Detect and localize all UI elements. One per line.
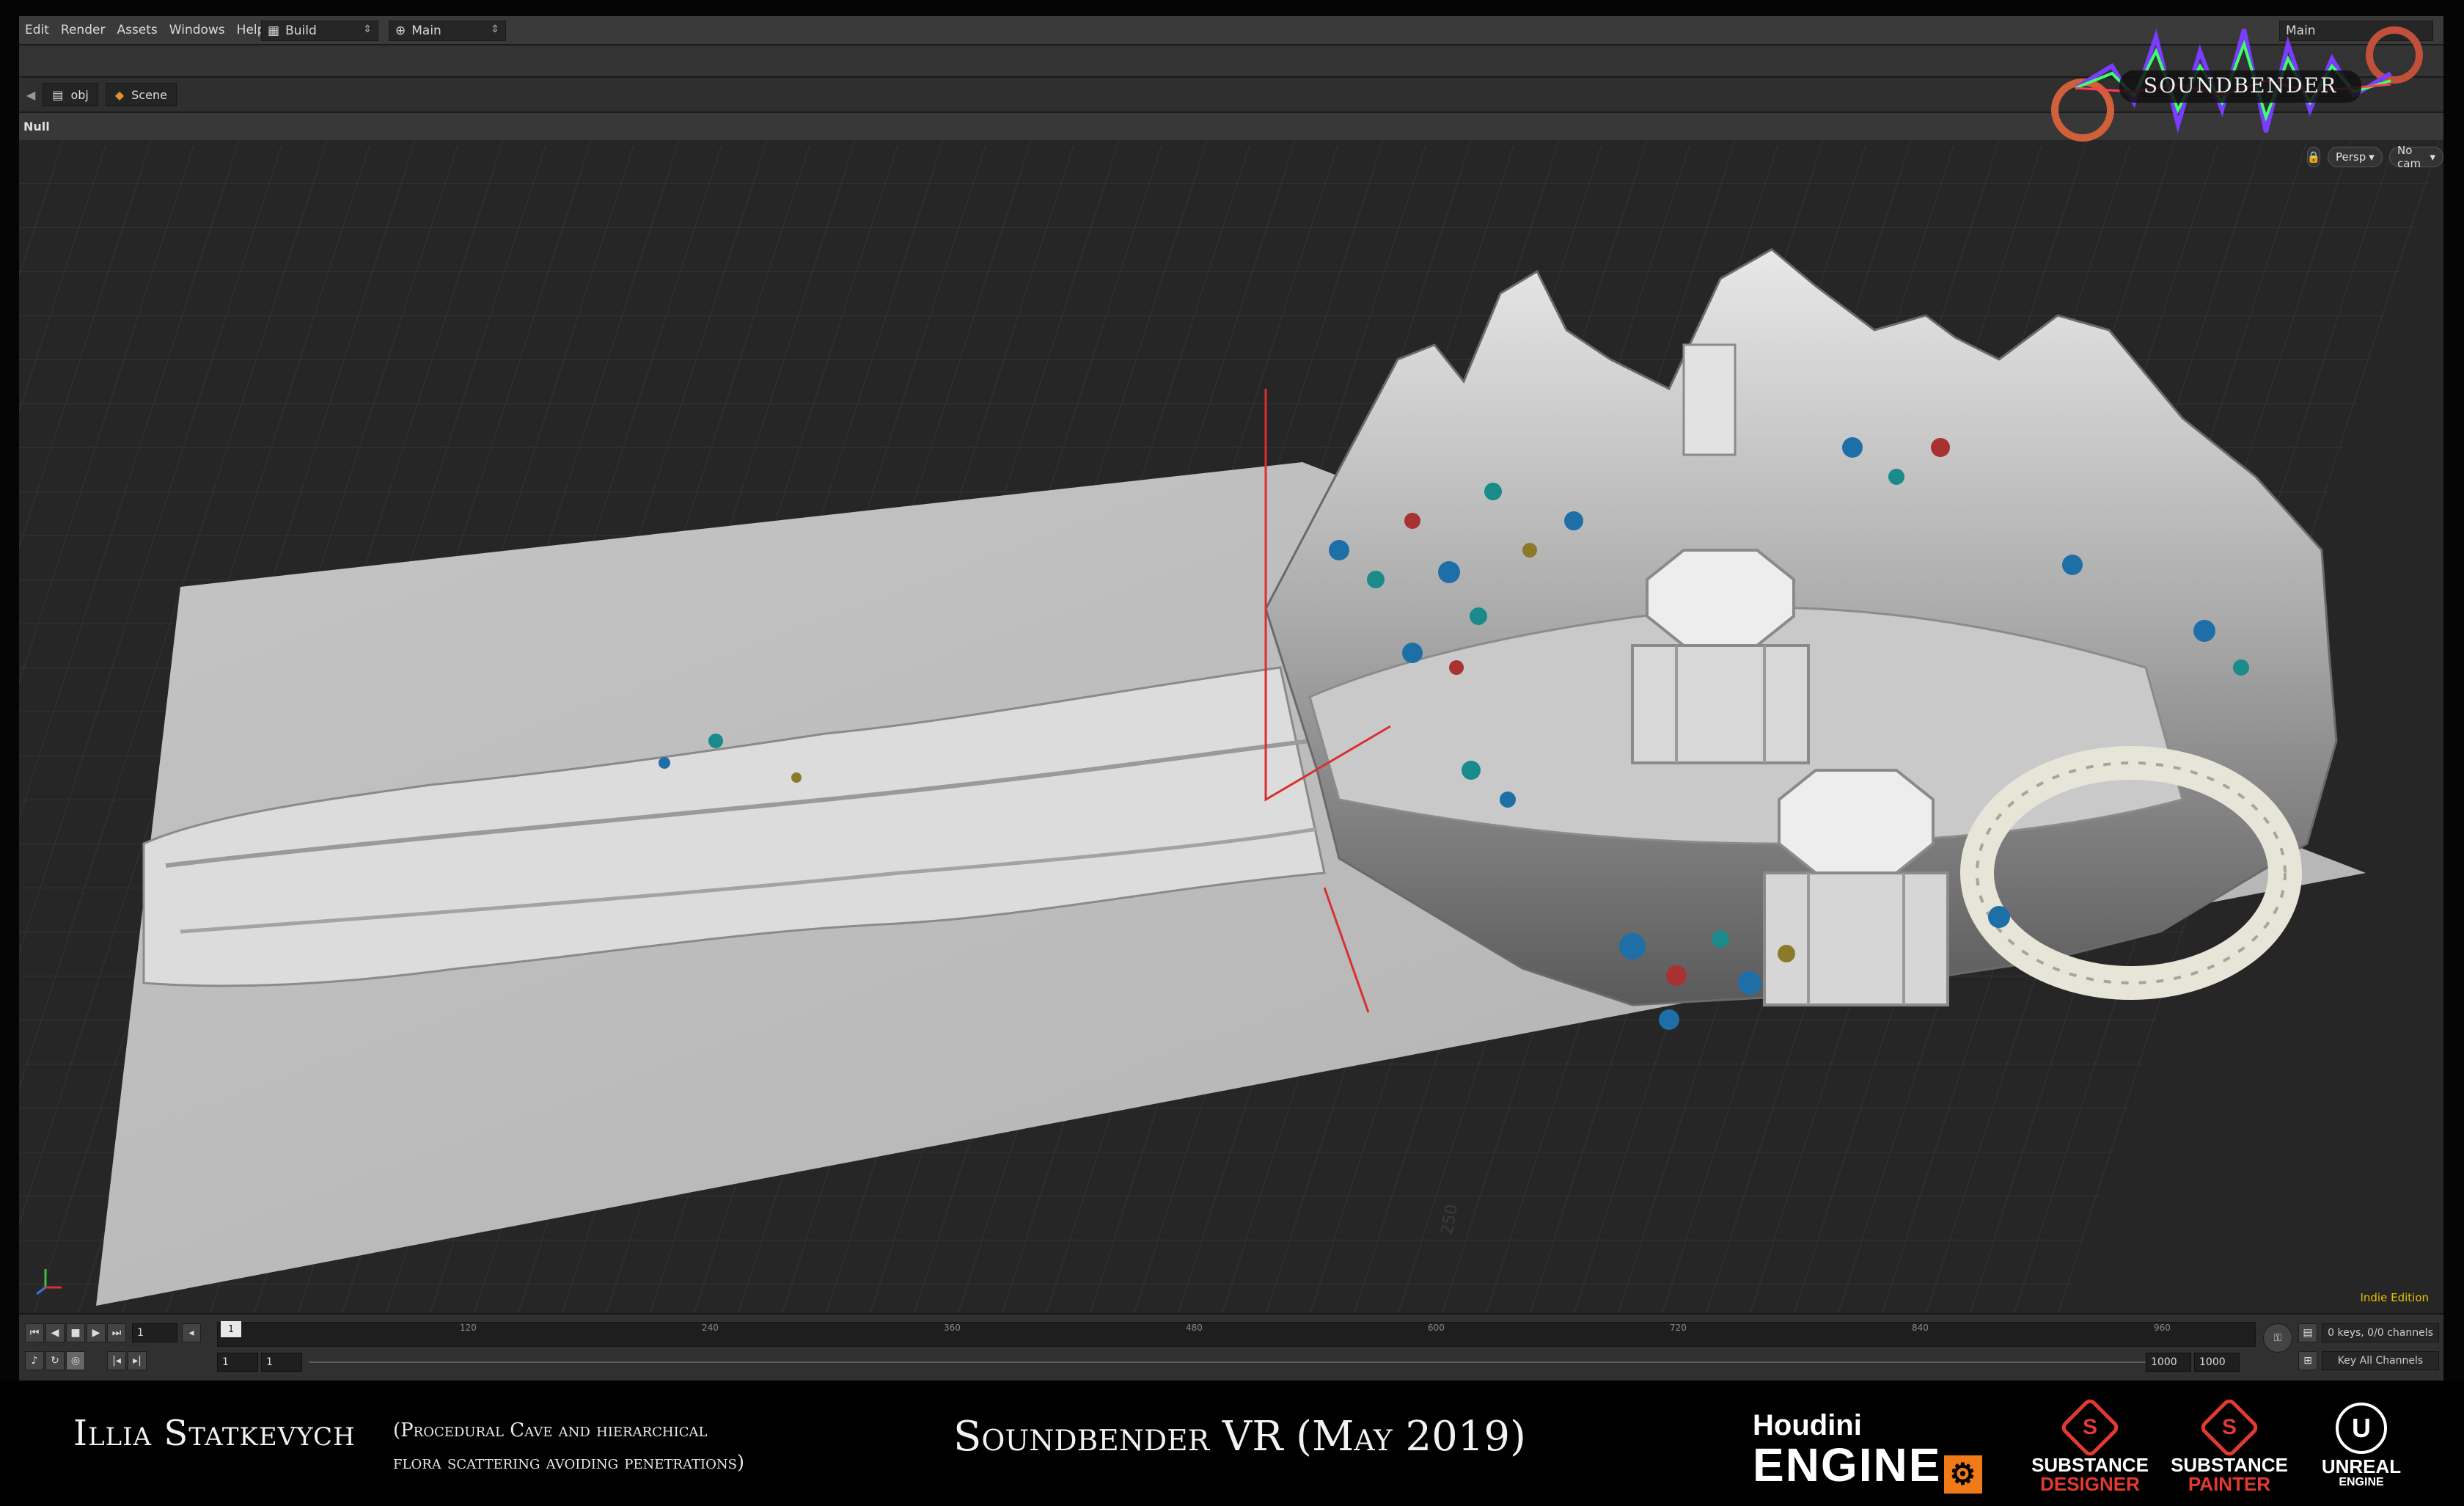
project-note: (Procedural Cave and hierarchical flora …: [393, 1414, 804, 1479]
range-end-field[interactable]: 1000: [2146, 1353, 2191, 1372]
next-key-icon[interactable]: ▸|: [128, 1351, 147, 1370]
play-reverse-icon[interactable]: ◀: [45, 1323, 65, 1342]
path-obj[interactable]: ▤ obj: [43, 83, 98, 106]
viewport-canvas: [19, 139, 2443, 1313]
scene-viewport[interactable]: 🔒 Persp ▾ No cam ▾ 250 Indie Edition: [19, 139, 2443, 1313]
range-end-field-2[interactable]: 1000: [2194, 1353, 2240, 1372]
substance-painter-icon: S: [2198, 1396, 2261, 1459]
soundbender-logo-text: SOUNDBENDER: [2143, 73, 2338, 98]
engine-label: ENGINE ⚙: [1753, 1439, 1983, 1494]
substance-designer-icon: S: [2058, 1396, 2122, 1459]
chevron-down-icon: ⇕: [363, 23, 372, 35]
key-all-channels-button[interactable]: Key All Channels: [2322, 1351, 2439, 1370]
camera-view-label: Persp: [2336, 150, 2366, 164]
range-start-field-2[interactable]: 1: [261, 1353, 302, 1372]
chevron-down-icon: ⇕: [491, 23, 499, 35]
target-icon: ⊕: [395, 23, 406, 38]
camera-view-select[interactable]: Persp ▾: [2328, 147, 2383, 167]
tick-label: 840: [1912, 1323, 1929, 1333]
menu-edit[interactable]: Edit: [19, 23, 55, 37]
desktop-select[interactable]: ▦ Build ⇕: [261, 21, 378, 41]
substance-designer-label1: SUBSTANCE: [2031, 1454, 2149, 1476]
chevron-down-icon: ▾: [2369, 150, 2375, 164]
grid-icon: ▦: [268, 23, 280, 38]
engine-label-text: ENGINE: [1753, 1439, 1942, 1491]
current-frame-field[interactable]: 1: [132, 1323, 177, 1342]
menu-render[interactable]: Render: [55, 23, 111, 37]
tick-label: 600: [1428, 1323, 1445, 1333]
substance-designer-label2: DESIGNER: [2040, 1473, 2140, 1495]
caption-band: Illia Statkevych (Procedural Cave and hi…: [0, 1381, 2464, 1506]
frame-marker[interactable]: 1: [221, 1321, 241, 1337]
network-select-label: Main: [411, 23, 441, 38]
desktop-select-label: Build: [285, 23, 317, 38]
tick-label: 120: [460, 1323, 477, 1333]
substance-painter-label1: SUBSTANCE: [2171, 1454, 2288, 1476]
temple-lower: [1763, 769, 1949, 1006]
author-name: Illia Statkevych: [73, 1413, 356, 1454]
soundbender-logo: SOUNDBENDER: [2046, 22, 2427, 147]
prev-key-icon[interactable]: |◂: [107, 1351, 126, 1370]
folder-icon: ▤: [52, 87, 64, 102]
key-all-icon[interactable]: ⊞: [2298, 1351, 2317, 1370]
substance-painter-label2: PAINTER: [2188, 1473, 2271, 1495]
unreal-label1: UNREAL: [2321, 1455, 2402, 1477]
keys-status: 0 keys, 0/0 channels: [2322, 1323, 2439, 1342]
camera-label: No cam: [2397, 144, 2421, 170]
path-obj-label: obj: [70, 87, 89, 102]
camera-select[interactable]: No cam ▾: [2389, 144, 2443, 170]
jump-end-icon[interactable]: ⏭: [107, 1323, 126, 1342]
substance-designer-logo: S SUBSTANCE DESIGNER: [2031, 1396, 2149, 1495]
realtime-icon[interactable]: ↻: [45, 1351, 65, 1370]
audio-icon[interactable]: ♪: [25, 1351, 44, 1370]
unreal-engine-logo: U UNREAL ENGINE: [2310, 1403, 2413, 1489]
back-icon[interactable]: ◀: [26, 88, 35, 102]
range-start-field[interactable]: 1: [217, 1353, 258, 1372]
substance-painter-logo: S SUBSTANCE PAINTER: [2171, 1396, 2288, 1495]
project-note-line2: flora scattering avoiding penetrations): [393, 1452, 745, 1474]
path-scene-label: Scene: [131, 87, 167, 102]
play-icon[interactable]: ▶: [87, 1323, 106, 1342]
project-note-line1: (Procedural Cave and hierarchical: [393, 1419, 708, 1441]
tick-label: 360: [944, 1323, 961, 1333]
timeline-ruler[interactable]: 1 120 240 360 480 600 720 840 960: [217, 1321, 2256, 1347]
project-title: Soundbender VR (May 2019): [953, 1413, 1526, 1461]
image-frame: Edit Render Assets Windows Help ▦ Build …: [0, 0, 2464, 1506]
menu-assets[interactable]: Assets: [111, 23, 163, 37]
scene-icon: ◆: [114, 87, 125, 102]
path-scene[interactable]: ◆ Scene: [105, 83, 177, 106]
key-icon[interactable]: ⚿: [2263, 1323, 2292, 1353]
timeline-bar: ⏮ ◀ ■ ▶ ⏭ 1 ◂ ♪ ↻ ◎ |◂ ▸| 1 120 240 360 …: [19, 1313, 2443, 1381]
tick-label: 960: [2154, 1323, 2171, 1333]
jump-start-icon[interactable]: ⏮: [25, 1323, 44, 1342]
houdini-engine-logo: Houdini ENGINE ⚙: [1753, 1409, 1983, 1494]
node-type-label: Null: [23, 119, 50, 134]
edition-label: Indie Edition: [2360, 1291, 2429, 1304]
houdini-window: Edit Render Assets Windows Help ▦ Build …: [19, 16, 2443, 1381]
step-back-icon[interactable]: ◂: [182, 1323, 201, 1342]
network-select[interactable]: ⊕ Main ⇕: [389, 21, 506, 41]
keyframe-icon[interactable]: ◎: [66, 1351, 85, 1370]
tick-label: 720: [1670, 1323, 1687, 1333]
houdini-label: Houdini: [1753, 1409, 1862, 1441]
unreal-u-icon: U: [2336, 1403, 2387, 1454]
menu-windows[interactable]: Windows: [164, 23, 231, 37]
chevron-down-icon: ▾: [2430, 150, 2435, 164]
tick-label: 480: [1186, 1323, 1203, 1333]
unreal-label2: ENGINE: [2339, 1476, 2384, 1488]
houdini-gear-icon: ⚙: [1944, 1455, 1983, 1494]
tick-label: 240: [702, 1323, 719, 1333]
lock-icon[interactable]: 🔒: [2307, 147, 2320, 167]
channel-list-icon[interactable]: ▤: [2298, 1323, 2317, 1342]
stop-icon[interactable]: ■: [66, 1323, 85, 1342]
range-slider[interactable]: [309, 1361, 2157, 1363]
